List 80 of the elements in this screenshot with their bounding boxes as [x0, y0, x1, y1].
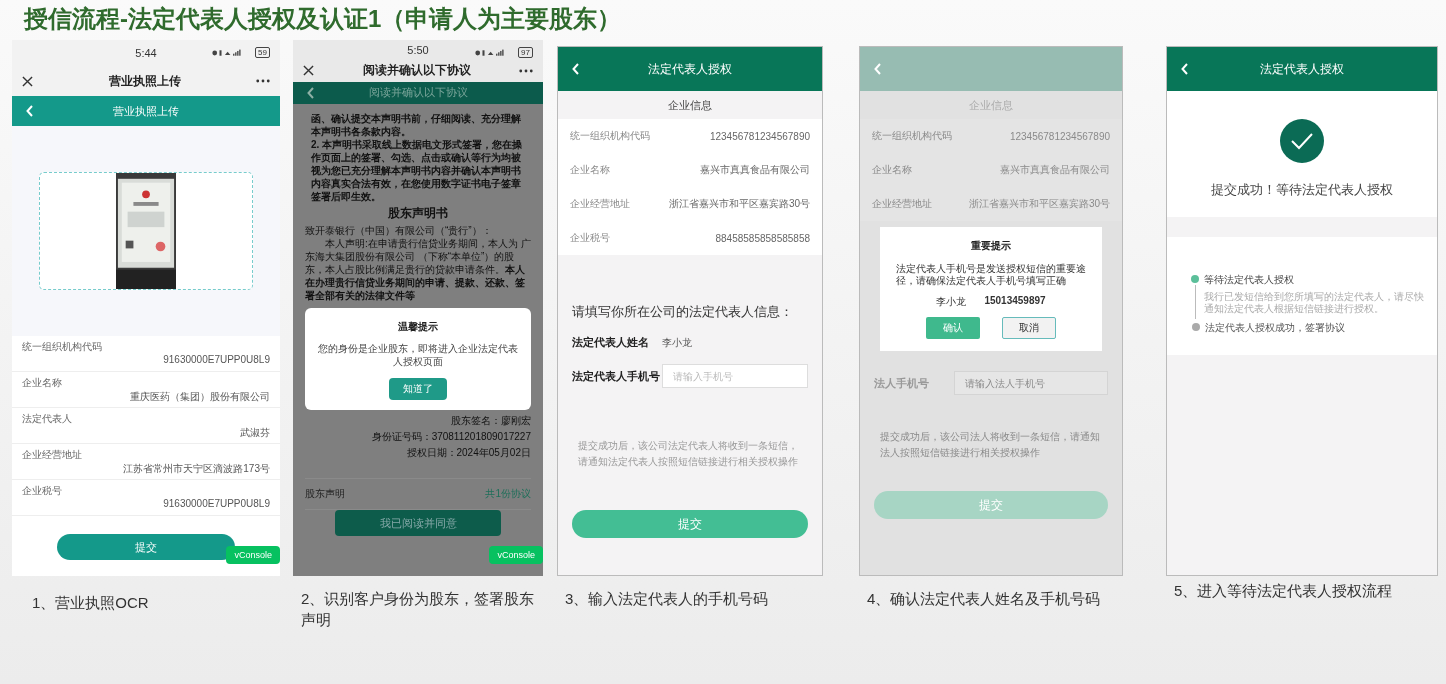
page-header-title: 阅读并确认以下协议 — [368, 85, 468, 101]
field-value: 武淑芬 — [240, 426, 270, 440]
status-time: 5:50 — [407, 43, 429, 56]
name-label: 法定代表人姓名 — [572, 335, 650, 350]
step-caption: 5、进入等待法定代表人授权流程 — [1173, 581, 1394, 601]
page-header-title: 法定代表人授权 — [648, 60, 732, 78]
step-caption: 1、营业执照OCR — [31, 593, 150, 613]
name-value: 李小龙 — [662, 335, 692, 350]
upload-frame[interactable] — [39, 172, 253, 290]
field-label: 企业经营地址 — [570, 197, 630, 211]
timeline-step-title: 等待法定代表人授权 — [1204, 273, 1295, 287]
field-label: 企业经营地址 — [22, 448, 83, 462]
field-label: 法定代表人 — [22, 412, 73, 426]
success-message: 提交成功！等待法定代表人授权 — [1211, 181, 1393, 199]
agreement-count-link[interactable]: 共1份协议 — [485, 487, 531, 501]
field-label: 企业名称 — [22, 376, 63, 390]
declaration-paragraph: 本人声明:在申请贵行信贷业务期间，本人为 广东海大集团股份有限公司 （下称“本单位”）的股东，本人占股比例满足贵行的贷款申请条件。本人在办理贵行信贷业务期间的申请、提款、还款、签署全部有关的法律文件等 — [305, 237, 531, 302]
phone-value: 15013459897 — [984, 295, 1046, 308]
step-caption: 3、输入法定代表人的手机号码 — [564, 589, 770, 609]
page-header-title: 营业执照上传 — [113, 103, 179, 119]
vconsole-button[interactable]: vConsole — [489, 546, 543, 564]
signature-line: 授权日期：2024年05月02日 — [406, 446, 531, 460]
dialog-title: 重要提示 — [971, 239, 1011, 253]
timeline-step-detail: 我行已发短信给到您所填写的法定代表人，请尽快通知法定代表人根据短信链接进行授权。 — [1204, 291, 1425, 315]
phone-input[interactable]: 请输入法人手机号 — [954, 371, 1108, 395]
battery-indicator: 97 — [518, 47, 533, 58]
signature-line: 股东签名：廖刚宏 — [451, 414, 531, 428]
signature-line: 身份证号码：370811201809017227 — [371, 430, 531, 444]
more-icon[interactable] — [256, 79, 270, 83]
document-title: 股东声明书 — [387, 205, 449, 222]
section-title: 企业信息 — [667, 97, 713, 113]
close-icon[interactable] — [303, 65, 314, 76]
cancel-button[interactable]: 取消 — [1002, 317, 1056, 339]
back-icon[interactable] — [307, 86, 315, 99]
field-label: 企业名称 — [570, 163, 610, 177]
field-value: 嘉兴市真真食品有限公司 — [700, 163, 810, 177]
field-label: 企业名称 — [872, 163, 912, 177]
field-value: 88458585858585858 — [715, 232, 810, 244]
field-value: 江苏省常州市天宁区滴波路173号 — [123, 462, 270, 476]
phone-label: 法定代表人手机号 — [572, 368, 661, 384]
slide-title: 授信流程-法定代表人授权及认证1（申请人为主要股东） — [22, 4, 623, 34]
submit-button[interactable]: 提交 — [874, 491, 1108, 519]
window-title: 营业执照上传 — [107, 72, 182, 90]
addressee-line: 致开泰银行（中国）有限公司（“贵行”）： — [305, 224, 493, 237]
field-label: 统一组织机构代码 — [22, 340, 103, 354]
field-value: 91630000E7UPP0U8L9 — [163, 498, 270, 509]
name-value: 李小龙 — [936, 295, 967, 309]
status-time: 5:44 — [135, 47, 157, 59]
agree-button[interactable]: 我已阅读并同意 — [335, 510, 501, 536]
submit-button[interactable]: 提交 — [572, 510, 808, 538]
phone-label: 法人手机号 — [874, 375, 930, 391]
close-icon[interactable] — [22, 75, 33, 87]
acknowledge-button[interactable]: 知道了 — [389, 378, 447, 400]
step-caption: 4、确认法定代表人姓名及手机号码 — [866, 589, 1102, 609]
field-value: 浙江省嘉兴市和平区嘉宾路30号 — [668, 197, 810, 211]
field-value: 123456781234567890 — [709, 130, 810, 142]
agreement-paragraph: 函、确认提交本声明书前，仔细阅读、充分理解本声明书各条款内容。 — [310, 112, 522, 138]
dialog-message: 您的身份是企业股东，即将进入企业法定代表人授权页面 — [317, 342, 519, 368]
vconsole-button[interactable]: vConsole — [226, 546, 280, 564]
more-icon[interactable] — [519, 68, 533, 73]
success-check-icon — [1280, 119, 1324, 163]
phone-input[interactable]: 请输入手机号 — [662, 364, 808, 388]
timeline-step-title: 法定代表人授权成功，签署协议 — [1205, 321, 1345, 335]
field-value: 重庆医药（集团）股份有限公司 — [130, 390, 270, 404]
dialog-title: 温馨提示 — [398, 320, 438, 334]
confirm-button[interactable]: 确认 — [926, 317, 980, 339]
field-label: 企业税号 — [570, 231, 610, 245]
window-title: 阅读并确认以下协议 — [361, 62, 472, 79]
agreement-paragraph: 2. 本声明书采取线上数据电文形式签署，您在操作页面上的签署、勾选、点击或确认等行为均被视为您已充分理解本声明书内容并确认本声明书内容真实合法有效，在您使用数字证书电子签章签署后即生效。 — [310, 138, 524, 203]
document-name: 股东声明 — [305, 487, 345, 501]
form-title: 请填写你所在公司的法定代表人信息： — [572, 303, 794, 321]
page-header-title: 法定代表人授权 — [1260, 60, 1344, 78]
field-value: 91630000E7UPP0U8L9 — [163, 354, 270, 365]
battery-indicator: 59 — [255, 47, 270, 58]
field-label: 企业税号 — [22, 484, 63, 498]
submit-button[interactable]: 提交 — [57, 534, 235, 560]
field-label: 统一组织机构代码 — [570, 129, 650, 143]
dialog-message: 法定代表人手机号是发送授权短信的重要途径，请确保法定代表人手机号填写正确 — [896, 263, 1086, 287]
step-caption: 2、识别客户身份为股东，签署股东声明 — [300, 589, 536, 630]
field-label: 企业经营地址 — [872, 197, 932, 211]
